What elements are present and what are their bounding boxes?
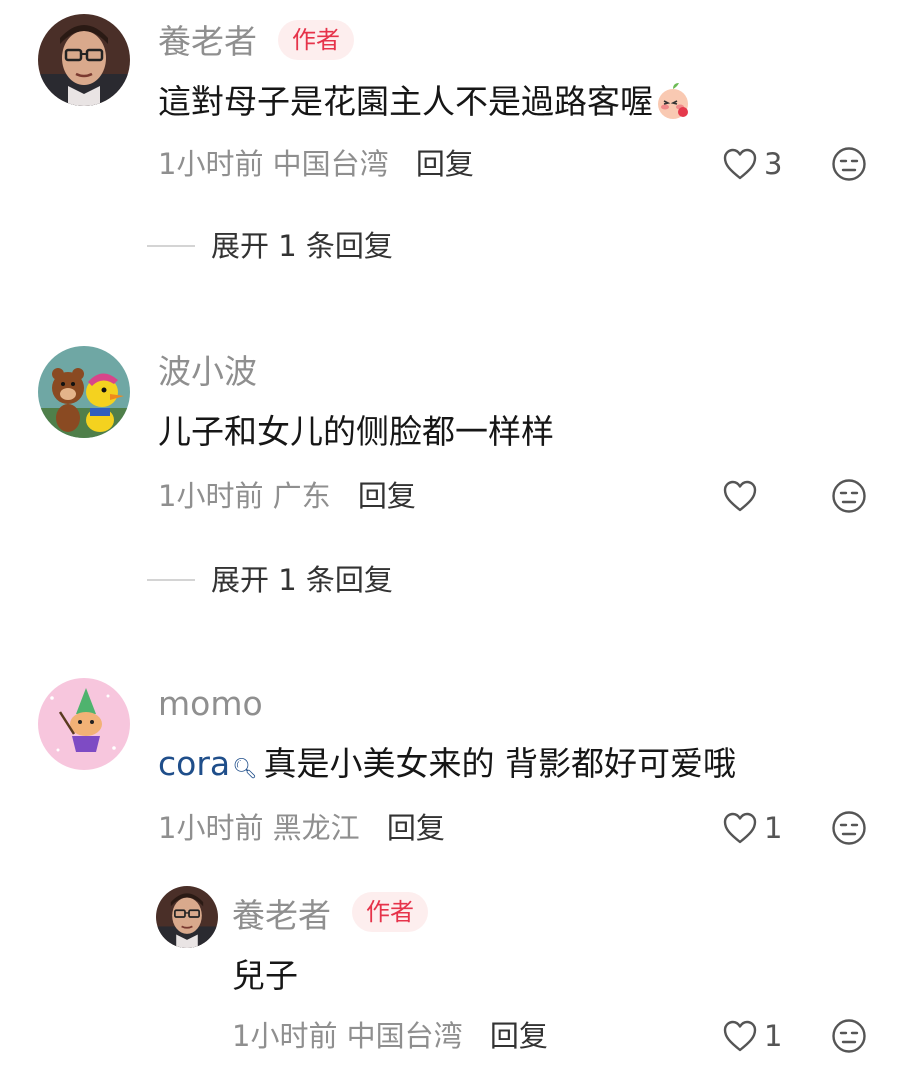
- dislike-button[interactable]: [831, 810, 867, 846]
- reply-button[interactable]: 回复: [416, 147, 474, 181]
- like-button[interactable]: [722, 476, 764, 516]
- dislike-button[interactable]: [831, 146, 867, 182]
- heart-icon: [723, 812, 757, 844]
- avatar[interactable]: [38, 678, 130, 770]
- heart-icon: [723, 480, 757, 512]
- timestamp: 1小时前: [158, 147, 264, 181]
- avatar[interactable]: [156, 886, 218, 948]
- author-badge: 作者: [278, 20, 354, 60]
- comment-meta: 1小时前 广东 回复: [158, 476, 416, 516]
- comment-text: 這對母子是花園主人不是過路客喔: [158, 80, 693, 124]
- dislike-button[interactable]: [831, 478, 867, 514]
- comment-meta: 1小时前 中国台湾 回复: [232, 1016, 548, 1056]
- meh-face-icon: [832, 479, 866, 513]
- like-button[interactable]: 1: [722, 808, 782, 848]
- timestamp: 1小时前: [232, 1019, 338, 1053]
- username[interactable]: 養老者: [232, 896, 331, 936]
- divider: [147, 579, 195, 581]
- comment-item: 波小波 儿子和女儿的侧脸都一样样 1小时前 广东 回复 展开 1 条回复: [0, 330, 922, 630]
- comment-item: momo cora 🔍︎ 真是小美女来的 背影都好可爱哦 1小时前 黑龙江 回复 1: [0, 662, 922, 862]
- heart-icon: [723, 148, 757, 180]
- like-count: 1: [764, 811, 783, 845]
- like-count: 1: [764, 1019, 783, 1053]
- location: 黑龙江: [272, 811, 360, 845]
- location: 广东: [272, 479, 331, 513]
- peach-shy-emoji-icon: [653, 81, 693, 121]
- location: 中国台湾: [272, 147, 389, 181]
- expand-replies-label: 展开 1 条回复: [211, 229, 393, 263]
- divider: [147, 245, 195, 247]
- avatar[interactable]: [38, 346, 130, 438]
- expand-replies-button[interactable]: 展开 1 条回复: [147, 560, 393, 600]
- expand-replies-label: 展开 1 条回复: [211, 563, 393, 597]
- comment-meta: 1小时前 黑龙江 回复: [158, 808, 445, 848]
- heart-icon: [723, 1020, 757, 1052]
- comment-list: 養老者 作者 這對母子是花園主人不是過路客喔 1小时前 中国台湾 回复 3 展开…: [0, 0, 922, 1084]
- comment-text: 兒子: [232, 956, 298, 995]
- username[interactable]: momo: [158, 684, 263, 724]
- expand-replies-button[interactable]: 展开 1 条回复: [147, 226, 393, 266]
- avatar-cartoon-wizard-image: [38, 678, 130, 770]
- meh-face-icon: [832, 811, 866, 845]
- meh-face-icon: [832, 1019, 866, 1053]
- comment-text-content: 這對母子是花園主人不是過路客喔: [158, 82, 653, 121]
- avatar-man-glasses-image: [156, 886, 218, 948]
- avatar-man-glasses-image: [38, 14, 130, 106]
- comment-text: 儿子和女儿的侧脸都一样样: [158, 412, 554, 451]
- like-count: 3: [764, 147, 783, 181]
- reply-button[interactable]: 回复: [358, 479, 416, 513]
- avatar-cartoon-bear-duck-image: [38, 346, 130, 438]
- reply-button[interactable]: 回复: [490, 1019, 548, 1053]
- avatar[interactable]: [38, 14, 130, 106]
- author-badge: 作者: [352, 892, 428, 932]
- location: 中国台湾: [346, 1019, 463, 1053]
- reply-button[interactable]: 回复: [387, 811, 445, 845]
- mention-link[interactable]: cora: [158, 744, 230, 783]
- comment-meta: 1小时前 中国台湾 回复: [158, 144, 474, 184]
- username[interactable]: 養老者: [158, 22, 257, 62]
- meh-face-icon: [832, 147, 866, 181]
- comment-text: cora 🔍︎ 真是小美女来的 背影都好可爱哦: [158, 742, 736, 790]
- username[interactable]: 波小波: [158, 352, 257, 392]
- dislike-button[interactable]: [831, 1018, 867, 1054]
- like-button[interactable]: 3: [722, 144, 782, 184]
- comment-text-content: 真是小美女来的 背影都好可爱哦: [263, 744, 737, 783]
- timestamp: 1小时前: [158, 811, 264, 845]
- timestamp: 1小时前: [158, 479, 264, 513]
- comment-item: 養老者 作者 這對母子是花園主人不是過路客喔 1小时前 中国台湾 回复 3 展开…: [0, 0, 922, 290]
- reply-item: 養老者 作者 兒子 1小时前 中国台湾 回复 1: [0, 878, 922, 1084]
- search-icon: 🔍︎: [232, 756, 258, 780]
- like-button[interactable]: 1: [722, 1016, 782, 1056]
